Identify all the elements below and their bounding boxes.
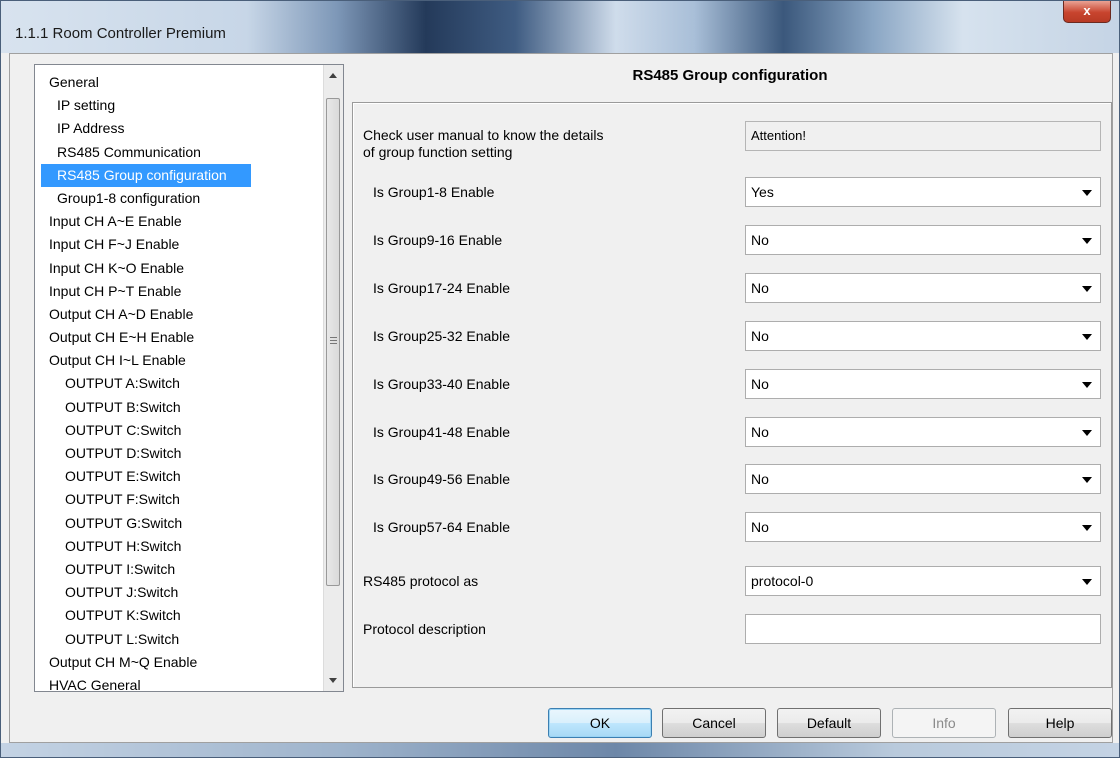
group-enable-value: No <box>751 279 769 296</box>
group-enable-dropdown[interactable]: No <box>745 512 1101 543</box>
tree-item[interactable]: Input CH P~T Enable <box>35 280 317 303</box>
tree-item[interactable]: Output CH E~H Enable <box>35 326 317 349</box>
ok-button[interactable]: OK <box>548 708 652 738</box>
chevron-down-icon <box>1082 190 1092 196</box>
default-button[interactable]: Default <box>777 708 881 738</box>
close-button[interactable]: x <box>1063 1 1111 23</box>
tree-item[interactable]: General <box>35 71 317 94</box>
group-enable-value: No <box>751 327 769 344</box>
group-enable-value: No <box>751 519 769 536</box>
tree-item[interactable]: OUTPUT H:Switch <box>35 535 317 558</box>
note-line-2: of group function setting <box>363 144 513 160</box>
scroll-up-icon[interactable] <box>329 73 337 78</box>
dialog-window: 1.1.1 Room Controller Premium x General I… <box>0 0 1120 758</box>
group-enable-label: Is Group49-56 Enable <box>373 471 510 488</box>
tree-item[interactable]: OUTPUT A:Switch <box>35 372 317 395</box>
group-enable-label: Is Group1-8 Enable <box>373 184 495 200</box>
note-label: Check user manual to know the details of… <box>363 127 603 161</box>
default-label: Default <box>806 715 852 731</box>
window-bottom-edge <box>1 743 1119 757</box>
group-enable-dropdown[interactable]: No <box>745 368 1101 399</box>
group-enable-label: Is Group33-40 Enable <box>373 375 510 392</box>
tree-item[interactable]: Output CH M~Q Enable <box>35 651 317 674</box>
tree-item[interactable]: OUTPUT E:Switch <box>35 465 317 488</box>
group-enable-value: No <box>751 471 769 488</box>
group-enable-label: Is Group25-32 Enable <box>373 327 510 344</box>
settings-panel: Check user manual to know the details of… <box>352 102 1112 688</box>
protocol-label: RS485 protocol as <box>363 573 479 589</box>
scroll-down-icon[interactable] <box>329 678 337 683</box>
tree-item[interactable]: Input CH A~E Enable <box>35 210 317 233</box>
tree-item[interactable]: Group1-8 configuration <box>35 187 317 210</box>
chevron-down-icon <box>1082 333 1092 340</box>
description-label: Protocol description <box>363 621 486 637</box>
grip-icon <box>330 337 337 346</box>
chevron-down-icon <box>1082 525 1092 532</box>
protocol-value: protocol-0 <box>751 573 814 589</box>
title-bar: 1.1.1 Room Controller Premium x <box>1 1 1119 53</box>
group-enable-label: Is Group17-24 Enable <box>373 279 510 296</box>
tree-item[interactable]: IP setting <box>35 94 317 117</box>
tree-item[interactable]: OUTPUT J:Switch <box>35 581 317 604</box>
tree-scrollbar[interactable] <box>323 65 343 691</box>
group-enable-value: Yes <box>751 184 774 200</box>
chevron-down-icon <box>1082 381 1092 388</box>
group-enable-label: Is Group9-16 Enable <box>373 231 503 248</box>
tree-item[interactable]: OUTPUT D:Switch <box>35 442 317 465</box>
panel-title: RS485 Group configuration <box>632 67 828 84</box>
info-button[interactable]: Info <box>892 708 996 738</box>
group-enable-dropdown[interactable]: Yes <box>745 177 1101 207</box>
tree-item[interactable]: OUTPUT I:Switch <box>35 558 317 581</box>
tree-item[interactable]: Input CH K~O Enable <box>35 257 317 280</box>
chevron-down-icon <box>1082 579 1092 585</box>
tree-item[interactable]: RS485 Group configuration <box>41 163 251 187</box>
group-enable-label: Is Group57-64 Enable <box>373 519 510 536</box>
tree-item[interactable]: OUTPUT K:Switch <box>35 604 317 627</box>
group-enable-dropdown[interactable]: No <box>745 416 1101 447</box>
group-enable-value: No <box>751 375 769 392</box>
group-enable-dropdown[interactable]: No <box>745 464 1101 495</box>
group-enable-label: Is Group41-48 Enable <box>373 423 510 440</box>
protocol-dropdown[interactable]: protocol-0 <box>745 566 1101 596</box>
chevron-down-icon <box>1082 429 1092 436</box>
cancel-button[interactable]: Cancel <box>662 708 766 738</box>
tree-item[interactable]: IP Address <box>35 117 317 140</box>
info-label: Info <box>932 715 956 731</box>
chevron-down-icon <box>1082 477 1092 484</box>
parameter-tree: General IP setting IP Address RS485 Communi… <box>34 64 344 692</box>
chevron-down-icon <box>1082 285 1092 292</box>
tree-item[interactable]: Output CH I~L Enable <box>35 349 317 372</box>
tree-item[interactable]: OUTPUT F:Switch <box>35 488 317 511</box>
group-enable-value: No <box>751 231 769 248</box>
help-button[interactable]: Help <box>1008 708 1112 738</box>
chevron-down-icon <box>1082 237 1092 244</box>
tree-item[interactable]: RS485 Communication <box>35 141 317 164</box>
description-field[interactable] <box>745 614 1101 644</box>
cancel-label: Cancel <box>692 715 736 731</box>
tree-list: General IP setting IP Address RS485 Communi… <box>35 71 317 691</box>
group-enable-dropdown[interactable]: No <box>745 320 1101 351</box>
tree-item[interactable]: HVAC General <box>35 674 317 691</box>
tree-item[interactable]: OUTPUT B:Switch <box>35 396 317 419</box>
tree-item[interactable]: OUTPUT L:Switch <box>35 628 317 651</box>
tree-item[interactable]: OUTPUT C:Switch <box>35 419 317 442</box>
group-enable-dropdown[interactable]: No <box>745 224 1101 255</box>
group-enable-dropdown[interactable]: No <box>745 272 1101 303</box>
tree-item[interactable]: Input CH F~J Enable <box>35 233 317 256</box>
tree-item[interactable]: OUTPUT G:Switch <box>35 512 317 535</box>
attention-field: Attention! <box>745 121 1101 151</box>
note-line-1: Check user manual to know the details <box>363 127 604 143</box>
scroll-thumb[interactable] <box>326 98 340 586</box>
help-label: Help <box>1045 715 1075 731</box>
window-title: 1.1.1 Room Controller Premium <box>15 25 226 42</box>
group-enable-value: No <box>751 423 769 440</box>
tree-item[interactable]: Output CH A~D Enable <box>35 303 317 326</box>
dialog-body: General IP setting IP Address RS485 Communi… <box>9 53 1113 743</box>
